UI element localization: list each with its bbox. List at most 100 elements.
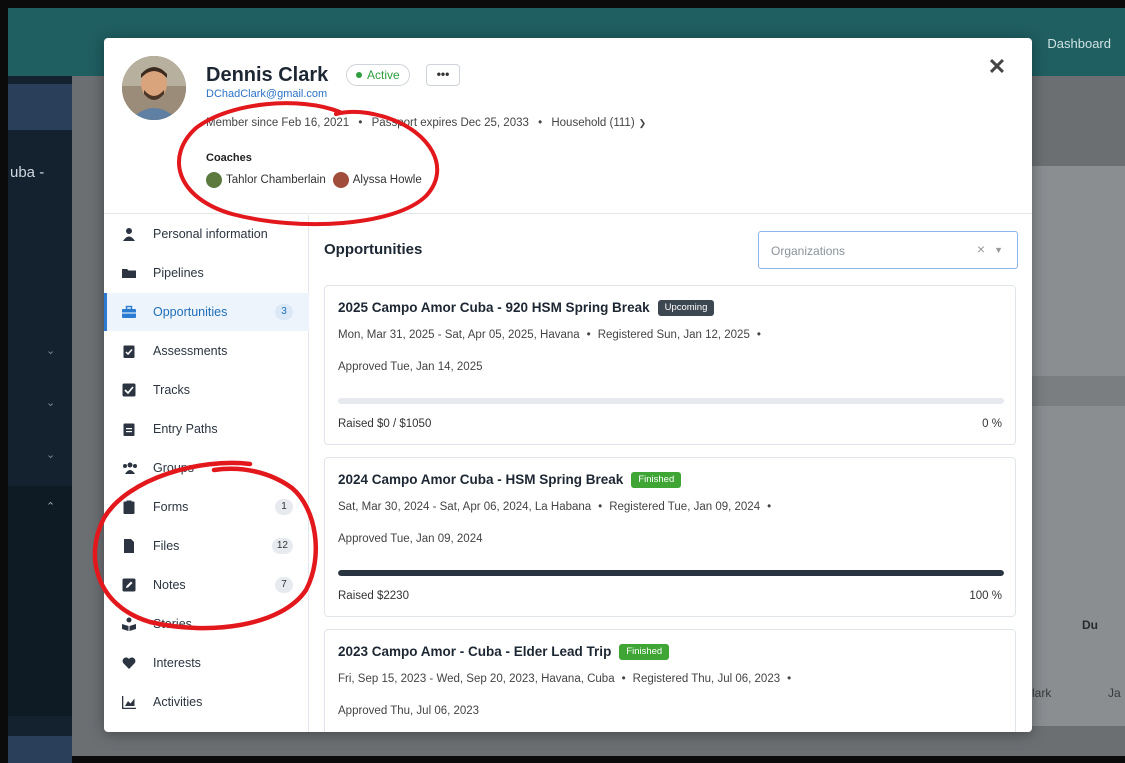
chevron-down-icon: ⌄ (46, 397, 56, 409)
nav-item-files[interactable]: Files 12 (104, 527, 309, 565)
coaches-list: Tahlor Chamberlain Alyssa Howle (206, 172, 429, 188)
profile-modal: Dennis Clark Active ••• DChadClark@gmail… (104, 38, 1032, 732)
chevron-down-icon: ⌄ (46, 345, 56, 357)
coach-item[interactable]: Tahlor Chamberlain (206, 172, 326, 188)
background-cell: lark (1032, 686, 1052, 700)
opportunity-title: 2025 Campo Amor Cuba - 920 HSM Spring Br… (338, 300, 715, 316)
background-sidebar: uba - ⌄ ⌄ ⌄ ⌃ (8, 76, 72, 763)
opportunity-card[interactable]: 2023 Campo Amor - Cuba - Elder Lead Trip… (324, 629, 1016, 732)
registered-date: Registered Tue, Jan 09, 2024 (609, 501, 761, 513)
status-badge: Finished (631, 472, 682, 488)
nav-count-badge: 7 (275, 577, 293, 593)
opportunity-title: 2024 Campo Amor Cuba - HSM Spring Break F… (338, 472, 682, 488)
opportunity-title: 2023 Campo Amor - Cuba - Elder Lead Trip… (338, 644, 670, 660)
trip-dates: Sat, Mar 30, 2024 - Sat, Apr 06, 2024, L… (338, 501, 592, 513)
background-sidebar-text: uba - (10, 164, 45, 181)
caret-down-icon[interactable]: ▼ (994, 245, 1003, 255)
nav-count-badge: 12 (271, 538, 293, 554)
separator-dot: • (538, 117, 543, 129)
separator-dot: • (756, 329, 761, 341)
nav-item-notes[interactable]: Notes 7 (104, 566, 309, 604)
passport-expiry: Passport expires Dec 25, 2033 (371, 117, 529, 129)
background-panel (1032, 166, 1125, 726)
clipboard-check-icon (122, 344, 136, 358)
dashboard-link[interactable]: Dashboard (1047, 36, 1111, 51)
nav-item-opportunities[interactable]: Opportunities 3 (104, 293, 309, 331)
close-button[interactable]: ✕ (986, 56, 1008, 78)
chevron-down-icon: ❯ (638, 118, 647, 128)
nav-label: Entry Paths (153, 422, 218, 436)
nav-label: Assessments (153, 344, 228, 358)
book-reader-icon (122, 617, 136, 631)
opportunity-card[interactable]: 2024 Campo Amor Cuba - HSM Spring Break F… (324, 457, 1016, 617)
household-dropdown[interactable]: Household (111) ❯ (551, 117, 646, 129)
organizations-select[interactable]: Organizations × ▼ (758, 231, 1018, 269)
opportunity-title-text: 2025 Campo Amor Cuba - 920 HSM Spring Br… (338, 300, 650, 315)
member-since: Member since Feb 16, 2021 (206, 117, 350, 129)
heart-icon (122, 656, 136, 670)
nav-label: Pipelines (153, 266, 204, 280)
opportunity-dates: Fri, Sep 15, 2023 - Wed, Sep 20, 2023, H… (338, 673, 798, 685)
coach-item[interactable]: Alyssa Howle (332, 172, 422, 188)
separator-dot: • (787, 673, 792, 685)
nav-label: Activities (153, 695, 203, 709)
nav-label: Tracks (153, 383, 191, 397)
separator-dot: • (586, 329, 591, 341)
email-link[interactable]: DChadClark@gmail.com (206, 88, 327, 100)
nav-label: Stories (153, 617, 192, 631)
nav-label: Files (153, 539, 180, 553)
clear-icon[interactable]: × (977, 241, 985, 257)
nav-item-tracks[interactable]: Tracks (104, 371, 309, 409)
nav-item-forms[interactable]: Forms 1 (104, 488, 309, 526)
opportunity-dates: Mon, Mar 31, 2025 - Sat, Apr 05, 2025, H… (338, 329, 768, 341)
chevron-up-icon: ⌃ (46, 501, 56, 513)
coaches-label: Coaches (206, 152, 252, 164)
nav-item-groups[interactable]: Groups (104, 449, 309, 487)
nav-label: Forms (153, 500, 189, 514)
nav-label: Groups (153, 461, 194, 475)
registered-date: Registered Thu, Jul 06, 2023 (632, 673, 781, 685)
fundraising-progress-bar (338, 570, 1004, 576)
nav-label: Notes (153, 578, 186, 592)
file-icon (122, 539, 136, 553)
household-label: Household (111) (551, 117, 635, 129)
separator-dot: • (358, 117, 363, 129)
chevron-down-icon: ⌄ (46, 449, 56, 461)
approved-date: Approved Thu, Jul 06, 2023 (338, 705, 480, 717)
nav-item-assessments[interactable]: Assessments (104, 332, 309, 370)
trip-dates: Mon, Mar 31, 2025 - Sat, Apr 05, 2025, H… (338, 329, 580, 341)
status-label: Active (367, 68, 400, 82)
avatar (122, 56, 186, 120)
opportunity-title-text: 2024 Campo Amor Cuba - HSM Spring Break (338, 472, 624, 487)
background-sidebar-bottom (8, 736, 72, 763)
registered-date: Registered Sun, Jan 12, 2025 (597, 329, 750, 341)
folder-icon (122, 266, 136, 280)
nav-label: Opportunities (153, 305, 228, 319)
organizations-placeholder: Organizations (771, 244, 846, 258)
clipboard-icon (122, 422, 136, 436)
nav-item-activities[interactable]: Activities (104, 683, 309, 721)
coach-name: Alyssa Howle (352, 174, 422, 186)
form-icon (122, 500, 136, 514)
nav-label: Interests (153, 656, 201, 670)
nav-count-badge: 1 (275, 499, 293, 515)
separator-dot: • (621, 673, 626, 685)
person-icon (122, 227, 136, 241)
nav-item-personal-information[interactable]: Personal information (104, 215, 309, 253)
opportunity-title-text: 2023 Campo Amor - Cuba - Elder Lead Trip (338, 644, 612, 659)
nav-item-interests[interactable]: Interests (104, 644, 309, 682)
users-icon (122, 461, 137, 475)
nav-item-stories[interactable]: Stories (104, 605, 309, 643)
separator-dot: • (767, 501, 772, 513)
status-badge[interactable]: Active (346, 64, 410, 86)
progress-fill (338, 570, 1004, 576)
profile-meta: Member since Feb 16, 2021 • Passport exp… (206, 117, 646, 129)
opportunity-card[interactable]: 2025 Campo Amor Cuba - 920 HSM Spring Br… (324, 285, 1016, 445)
more-options-button[interactable]: ••• (426, 64, 460, 86)
opportunity-dates: Sat, Mar 30, 2024 - Sat, Apr 06, 2024, L… (338, 501, 778, 513)
status-dot-icon (356, 72, 362, 78)
nav-item-pipelines[interactable]: Pipelines (104, 254, 309, 292)
nav-item-entry-paths[interactable]: Entry Paths (104, 410, 309, 448)
background-sidebar-section (8, 486, 72, 716)
checkbox-icon (122, 383, 136, 397)
